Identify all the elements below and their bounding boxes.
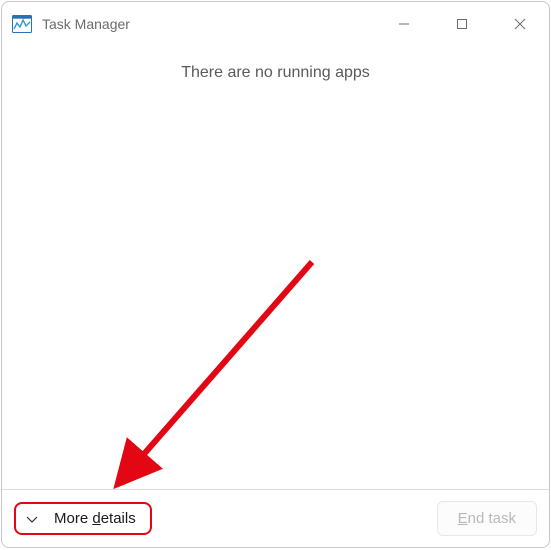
minimize-button[interactable] [375, 2, 433, 46]
chevron-down-icon [24, 511, 40, 527]
close-button[interactable] [491, 2, 549, 46]
more-details-button[interactable]: More details [14, 502, 152, 535]
end-task-button[interactable]: End task [437, 501, 537, 536]
footer: More details End task [2, 489, 549, 547]
no-apps-message: There are no running apps [2, 64, 549, 82]
content-area: There are no running apps [2, 46, 549, 489]
titlebar: Task Manager [2, 2, 549, 46]
task-manager-icon [12, 15, 32, 33]
end-task-label: End task [458, 510, 516, 527]
task-manager-window: Task Manager There are no running apps [1, 1, 550, 548]
maximize-button[interactable] [433, 2, 491, 46]
window-controls [375, 2, 549, 46]
window-title: Task Manager [42, 16, 375, 32]
more-details-label: More details [54, 510, 136, 527]
